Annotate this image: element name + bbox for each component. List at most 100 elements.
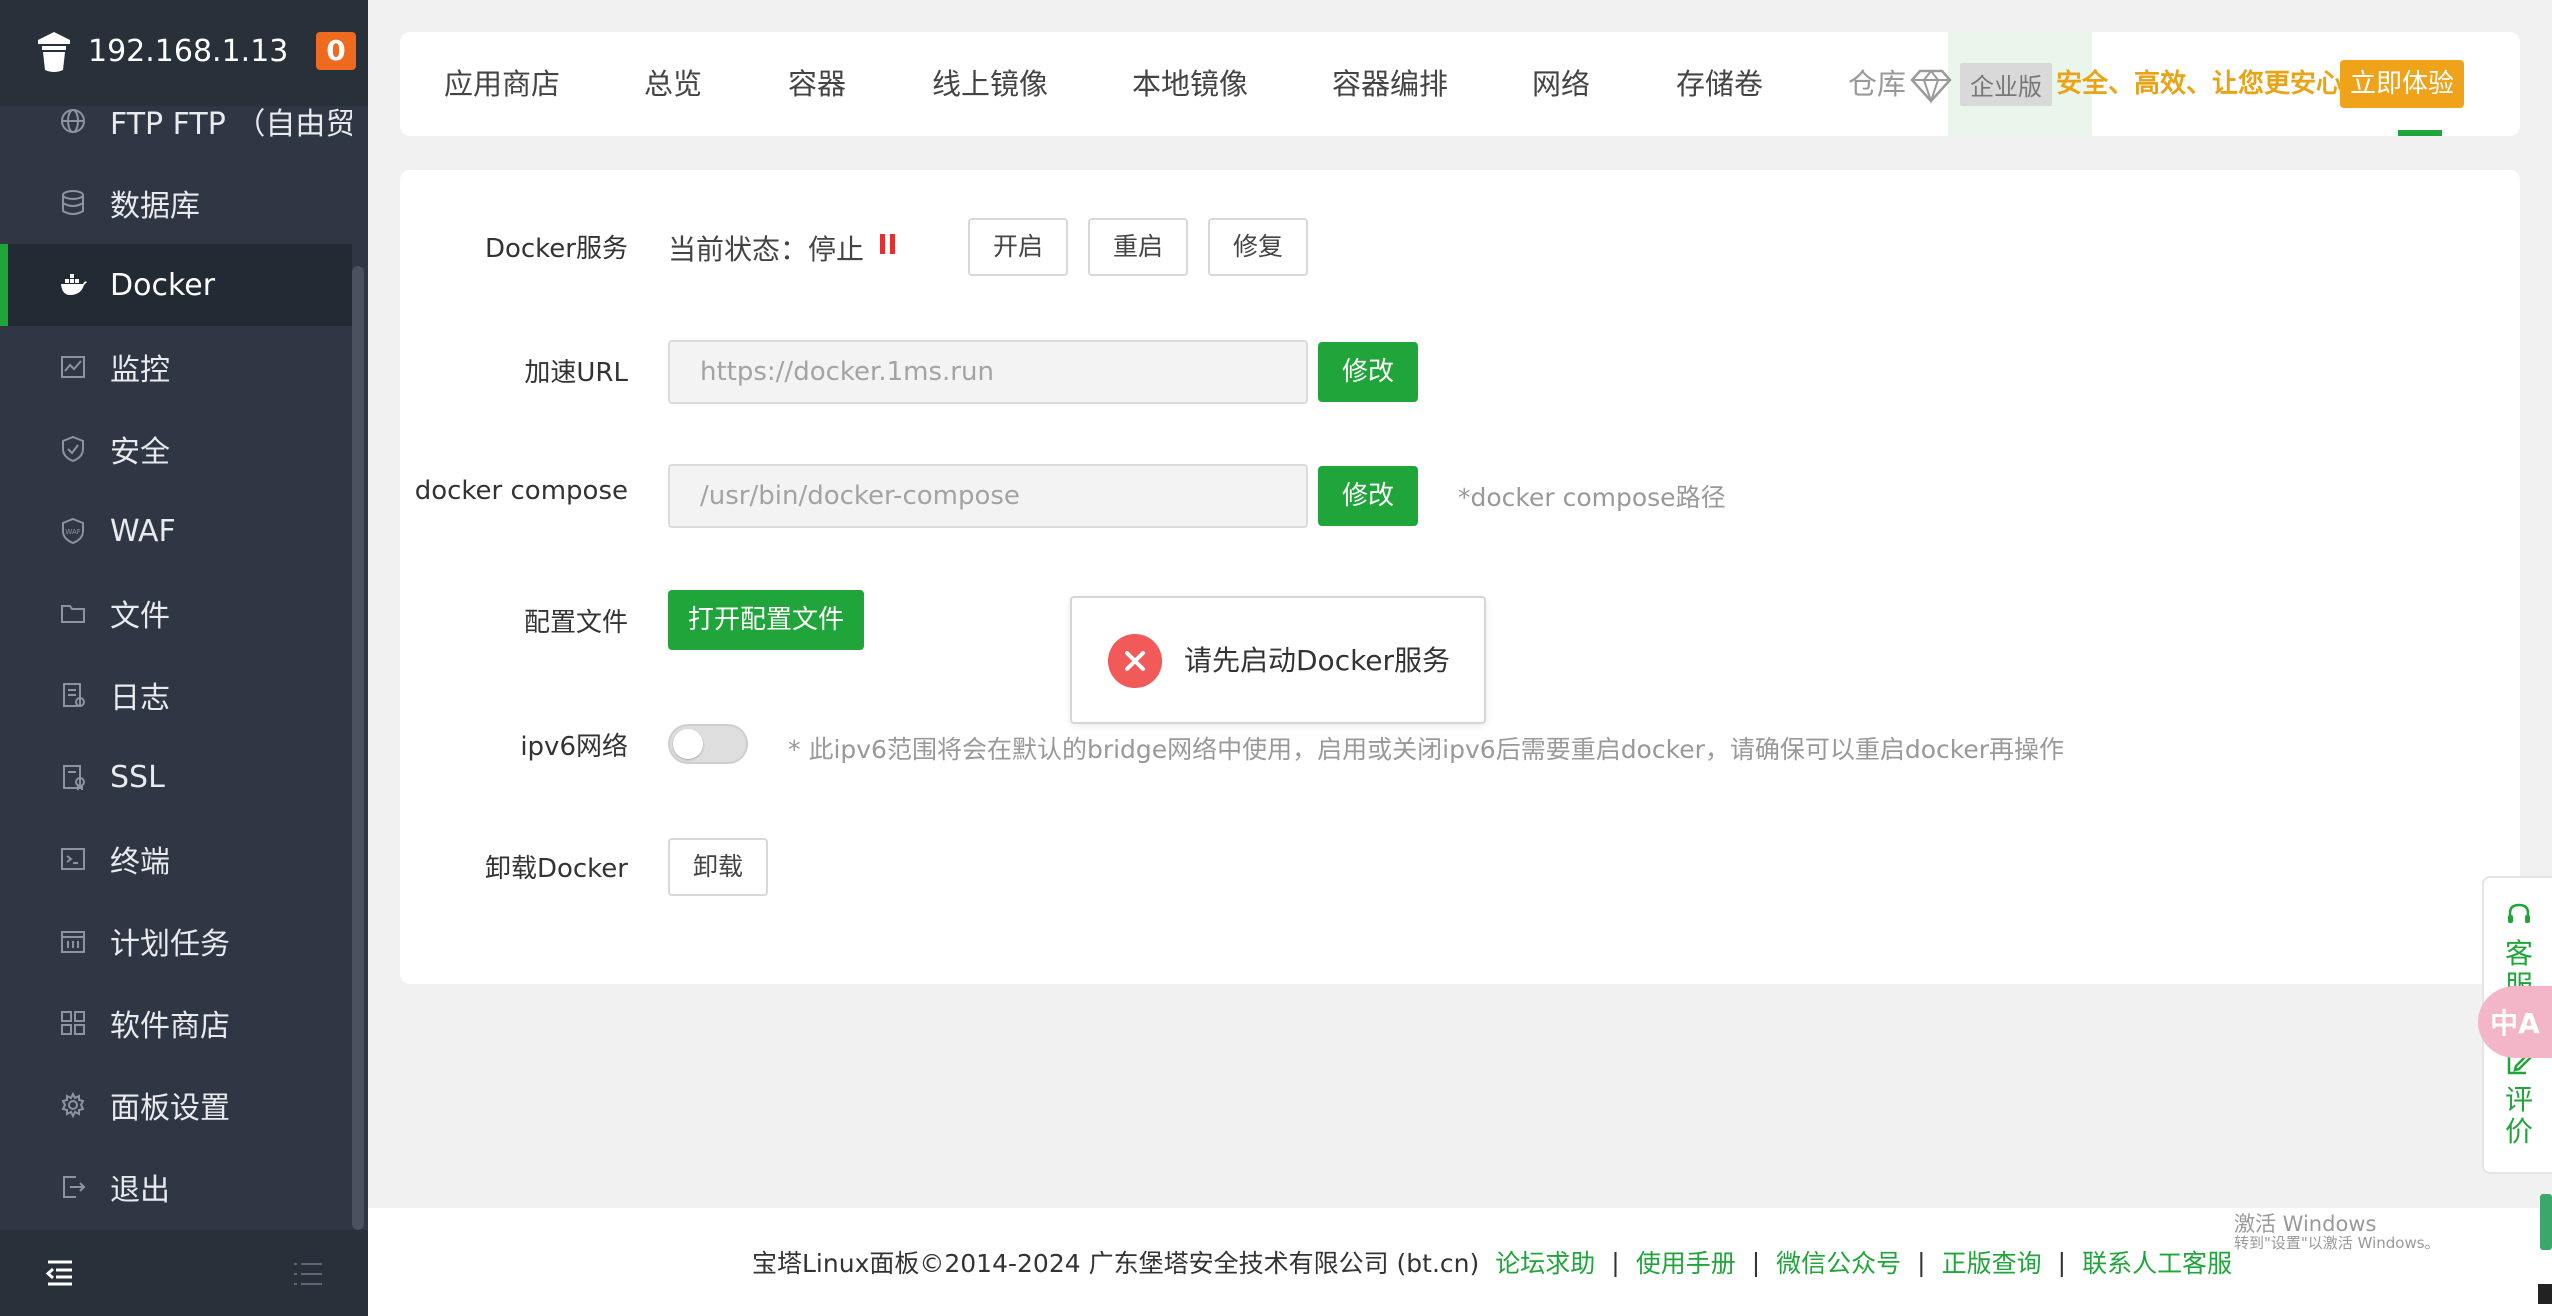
sidebar-item-label: 退出 bbox=[110, 1173, 170, 1208]
tab-containers[interactable]: 容器 bbox=[788, 32, 846, 136]
sidebar-item-ftp[interactable]: FTP FTP （自由贸易 bbox=[0, 106, 352, 162]
calendar-icon bbox=[61, 931, 85, 953]
sidebar-item-logout[interactable]: 退出 bbox=[0, 1146, 352, 1228]
footer-links: 宝塔Linux面板©2014-2024 广东堡塔安全技术有限公司 (bt.cn)… bbox=[752, 1242, 2232, 1282]
globe-icon bbox=[61, 109, 85, 133]
mirror-url-input[interactable]: https://docker.1ms.run bbox=[668, 340, 1308, 404]
compose-edit-button[interactable]: 修改 bbox=[1318, 466, 1418, 526]
uninstall-button[interactable]: 卸载 bbox=[668, 838, 768, 896]
sidebar-item-label: FTP FTP （自由贸易 bbox=[110, 107, 352, 142]
try-now-button[interactable]: 立即体验 bbox=[2340, 60, 2464, 108]
activation-subtitle: 转到"设置"以激活 Windows。 bbox=[2234, 1234, 2440, 1252]
sidebar-footer bbox=[0, 1230, 368, 1316]
database-icon bbox=[62, 190, 84, 215]
bt-logo-icon bbox=[38, 32, 70, 72]
tab-compose[interactable]: 容器编排 bbox=[1332, 32, 1448, 136]
link-separator: | bbox=[1611, 1247, 1620, 1277]
license-check-link[interactable]: 正版查询 bbox=[1942, 1244, 2042, 1280]
enterprise-slogan: 安全、高效、让您更安心 bbox=[2056, 69, 2343, 99]
gear-icon bbox=[61, 1091, 85, 1119]
sidebar-item-terminal[interactable]: 终端 bbox=[0, 818, 352, 900]
sidebar-item-label: 文件 bbox=[110, 599, 170, 634]
sidebar-item-monitor[interactable]: 监控 bbox=[0, 326, 352, 408]
compose-label: docker compose bbox=[414, 476, 628, 506]
tab-registry[interactable]: 仓库 bbox=[1848, 32, 1906, 136]
sidebar-item-logs[interactable]: 日志 bbox=[0, 654, 352, 736]
restart-button[interactable]: 重启 bbox=[1088, 218, 1188, 276]
active-tab-indicator bbox=[2398, 130, 2442, 136]
repair-button[interactable]: 修复 bbox=[1208, 218, 1308, 276]
tab-online-images[interactable]: 线上镜像 bbox=[932, 32, 1048, 136]
tab-local-images[interactable]: 本地镜像 bbox=[1132, 32, 1248, 136]
docker-service-label: Docker服务 bbox=[484, 234, 628, 264]
sidebar-item-settings[interactable]: 面板设置 bbox=[0, 1064, 352, 1146]
ipv6-hint: * 此ipv6范围将会在默认的bridge网络中使用，启用或关闭ipv6后需要重… bbox=[788, 735, 2065, 764]
sidebar-item-label: 计划任务 bbox=[110, 927, 230, 962]
host-ip: 192.168.1.13 bbox=[88, 34, 289, 69]
enterprise-promo[interactable]: 企业版 bbox=[1910, 58, 2052, 110]
sidebar-item-docker[interactable]: Docker bbox=[0, 244, 352, 326]
sidebar-item-label: SSL bbox=[110, 759, 165, 795]
copyright-text: 宝塔Linux面板©2014-2024 广东堡塔安全技术有限公司 (bt.cn) bbox=[752, 1249, 1480, 1278]
start-button[interactable]: 开启 bbox=[968, 218, 1068, 276]
log-icon bbox=[63, 683, 85, 707]
link-separator: | bbox=[2057, 1247, 2067, 1277]
list-menu-icon[interactable] bbox=[292, 1260, 324, 1288]
sidebar-scrollbar[interactable] bbox=[352, 266, 364, 1230]
human-support-link[interactable]: 联系人工客服 bbox=[2082, 1244, 2232, 1280]
docker-settings-panel: Docker服务 当前状态：停止 开启 重启 修复 加速URL https://… bbox=[400, 170, 2520, 984]
sidebar-item-label: 安全 bbox=[110, 435, 170, 470]
service-status: 当前状态：停止 bbox=[668, 233, 865, 266]
page-footer: 宝塔Linux面板©2014-2024 广东堡塔安全技术有限公司 (bt.cn)… bbox=[368, 1208, 2552, 1316]
folder-icon bbox=[61, 605, 85, 623]
headset-icon[interactable] bbox=[2504, 900, 2534, 930]
toggle-knob bbox=[673, 729, 703, 759]
diamond-icon bbox=[1910, 69, 1952, 105]
tab-network[interactable]: 网络 bbox=[1532, 32, 1590, 136]
sidebar-item-store[interactable]: 软件商店 bbox=[0, 982, 352, 1064]
terminal-icon bbox=[61, 848, 85, 870]
logout-icon bbox=[63, 1176, 86, 1198]
sidebar-item-label: 日志 bbox=[110, 681, 170, 716]
sidebar-item-label: 终端 bbox=[110, 845, 170, 880]
forum-link[interactable]: 论坛求助 bbox=[1495, 1244, 1595, 1280]
sidebar-item-label: 面板设置 bbox=[110, 1091, 230, 1126]
shield-icon bbox=[62, 435, 84, 463]
open-config-button[interactable]: 打开配置文件 bbox=[668, 590, 864, 650]
link-separator: | bbox=[1751, 1247, 1761, 1277]
monitor-icon bbox=[61, 356, 85, 378]
notification-badge[interactable]: 0 bbox=[316, 32, 356, 70]
docker-icon bbox=[61, 274, 87, 295]
ipv6-label: ipv6网络 bbox=[520, 732, 628, 762]
certificate-icon bbox=[63, 765, 85, 790]
toast-message: 请先启动Docker服务 bbox=[1184, 644, 1451, 677]
wechat-link[interactable]: 微信公众号 bbox=[1776, 1244, 1901, 1280]
sidebar: 192.168.1.13 0 FTP FTP （自由贸易 数据库 Docker … bbox=[0, 0, 368, 1316]
stopped-status-icon bbox=[880, 234, 896, 254]
sidebar-item-label: Docker bbox=[110, 267, 216, 303]
compose-path-input[interactable]: /usr/bin/docker-compose bbox=[668, 464, 1308, 528]
tab-volumes[interactable]: 存储卷 bbox=[1676, 32, 1763, 136]
ipv6-toggle[interactable] bbox=[668, 724, 748, 764]
sidebar-item-label: 监控 bbox=[110, 353, 170, 388]
mirror-edit-button[interactable]: 修改 bbox=[1318, 342, 1418, 402]
sidebar-item-files[interactable]: 文件 bbox=[0, 572, 352, 654]
collapse-menu-icon[interactable] bbox=[44, 1258, 76, 1288]
sidebar-item-label: 数据库 bbox=[110, 189, 200, 224]
sidebar-item-database[interactable]: 数据库 bbox=[0, 162, 352, 244]
tab-app-store[interactable]: 应用商店 bbox=[444, 32, 560, 136]
translate-bubble[interactable]: 中A bbox=[2478, 986, 2552, 1058]
tab-overview[interactable]: 总览 bbox=[644, 32, 702, 136]
sidebar-item-cron[interactable]: 计划任务 bbox=[0, 900, 352, 982]
docker-tabs: 应用商店 总览 容器 线上镜像 本地镜像 容器编排 网络 存储卷 仓库 企业版 … bbox=[400, 32, 2520, 136]
edge-corner bbox=[2538, 1284, 2552, 1304]
manual-link[interactable]: 使用手册 bbox=[1636, 1244, 1736, 1280]
review-button[interactable]: 评价 bbox=[2502, 1084, 2536, 1148]
sidebar-item-ssl[interactable]: SSL bbox=[0, 736, 352, 818]
grid-icon bbox=[61, 1011, 85, 1035]
sidebar-item-security[interactable]: 安全 bbox=[0, 408, 352, 490]
edge-widget bbox=[2540, 1194, 2552, 1250]
svg-text:WAF: WAF bbox=[65, 528, 80, 536]
sidebar-item-waf[interactable]: WAF WAF bbox=[0, 490, 352, 572]
sidebar-item-label: WAF bbox=[110, 513, 176, 549]
